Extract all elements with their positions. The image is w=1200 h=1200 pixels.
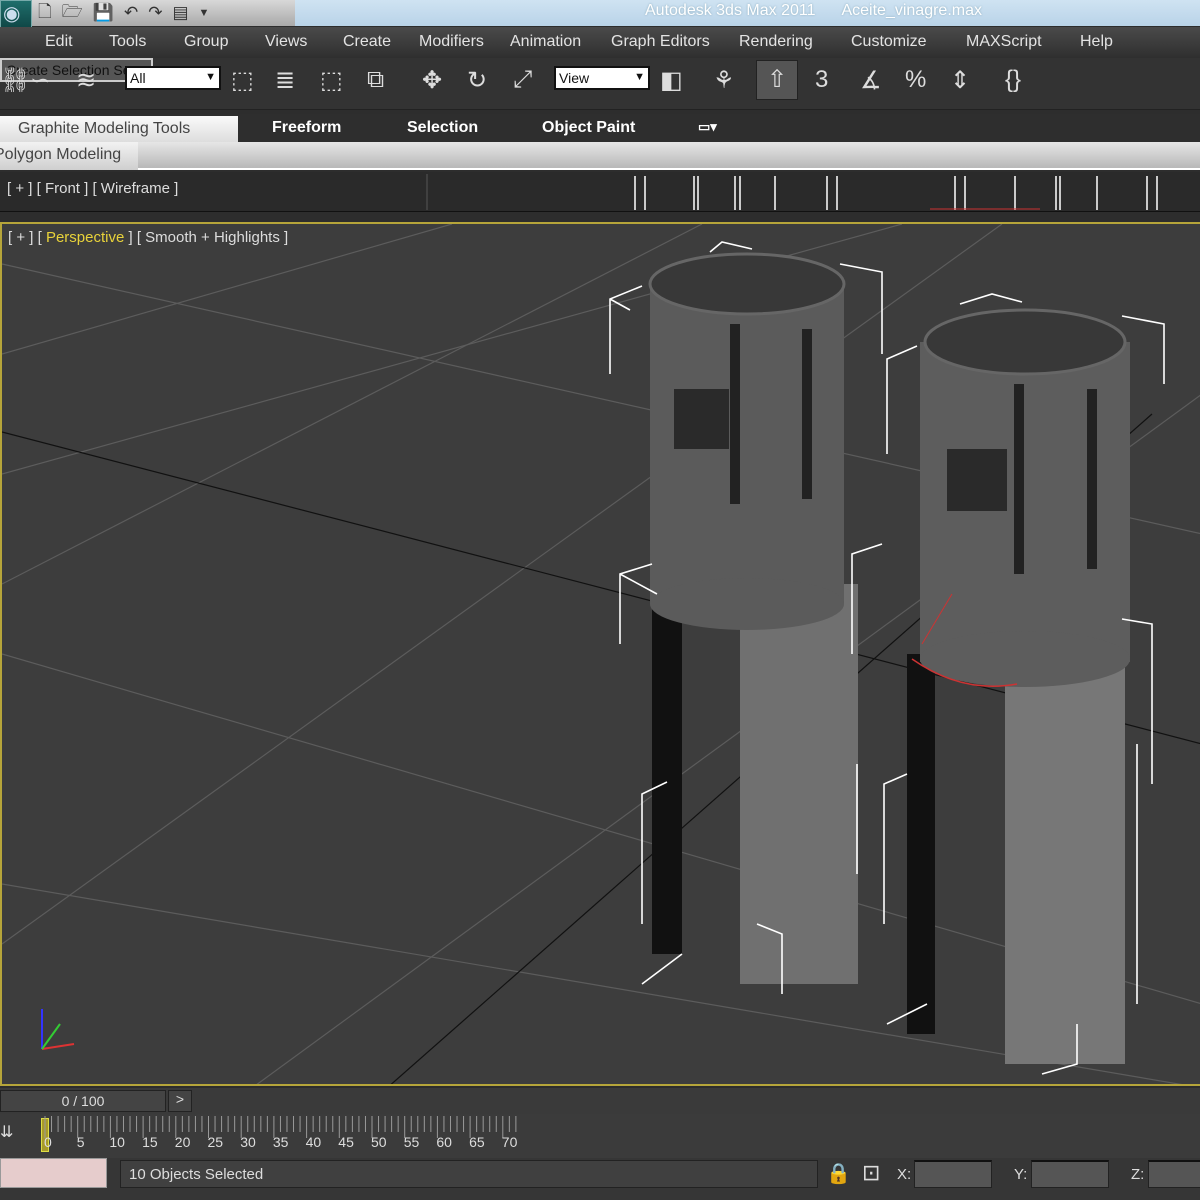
frame-tick-label: 15 <box>142 1134 158 1150</box>
lock-selection-icon[interactable]: 🔒 <box>826 1161 851 1186</box>
x-coordinate-input[interactable] <box>914 1160 992 1188</box>
perspective-viewport-label[interactable]: [ + ] [ Perspective ] [ Smooth + Highlig… <box>8 229 288 246</box>
z-coordinate-input[interactable] <box>1148 1160 1200 1188</box>
new-icon[interactable]: 🗋 <box>38 0 52 28</box>
quick-access-toolbar: 🗋 🗁 💾 ↶ ↷ ▤ ▼ <box>0 0 295 26</box>
tab-freeform[interactable]: Freeform <box>272 119 341 137</box>
project-icon[interactable]: ▤ <box>172 3 188 23</box>
ribbon-tabs: Graphite Modeling Tools Freeform Selecti… <box>0 114 1200 142</box>
menu-modifiers[interactable]: Modifiers <box>419 33 484 51</box>
menu-rendering[interactable]: Rendering <box>739 33 813 51</box>
link-icon[interactable]: ⛓ <box>0 66 30 95</box>
frame-tick-label: 35 <box>272 1134 289 1150</box>
undo-icon[interactable]: ↶ <box>124 3 138 23</box>
frame-tick-label: 50 <box>371 1134 387 1150</box>
percent-snap-icon[interactable]: % <box>905 66 926 94</box>
next-frame-button[interactable]: > <box>168 1090 192 1112</box>
save-icon[interactable]: 💾 <box>93 3 114 23</box>
frame-tick-label: 60 <box>436 1134 452 1150</box>
viewport-menu[interactable]: [ + ] <box>8 229 33 246</box>
panel-polygon-modeling[interactable]: Polygon Modeling <box>0 142 138 170</box>
perspective-viewport[interactable]: [ + ] [ Perspective ] [ Smooth + Highlig… <box>0 222 1200 1086</box>
frame-tick-label: 25 <box>207 1134 224 1150</box>
window-title: Autodesk 3ds Max 2011 Aceite_vinagre.max <box>645 2 1008 20</box>
frame-tick-label: 55 <box>403 1134 420 1150</box>
menu-tools[interactable]: Tools <box>109 33 146 51</box>
menu-animation[interactable]: Animation <box>510 33 581 51</box>
tab-object-paint[interactable]: Object Paint <box>542 119 635 137</box>
scale-icon[interactable]: ⤢ <box>513 66 532 94</box>
x-label: X: <box>897 1166 912 1183</box>
menu-graph-editors[interactable]: Graph Editors <box>611 33 710 51</box>
menu-bar: Edit Tools Group Views Create Modifiers … <box>0 27 1200 58</box>
dropdown-icon[interactable]: ▼ <box>199 7 210 19</box>
front-wireframe <box>426 174 1158 210</box>
frame-tick-label: 20 <box>174 1134 191 1150</box>
menu-edit[interactable]: Edit <box>45 33 73 51</box>
tab-selection[interactable]: Selection <box>407 119 478 137</box>
redo-icon[interactable]: ↷ <box>148 3 162 23</box>
frame-tick-label: 0 <box>44 1134 52 1150</box>
open-icon[interactable]: 🗁 <box>62 0 83 28</box>
angle-snap-icon[interactable]: ∡ <box>860 66 882 95</box>
bottle-left[interactable] <box>648 252 858 984</box>
frame-tick-label: 45 <box>338 1134 354 1150</box>
rectangular-selection-icon[interactable]: ⬚ <box>320 66 343 95</box>
ribbon-options-icon[interactable]: ▭▾ <box>698 119 717 135</box>
perspective-scene <box>2 224 1200 1084</box>
snaps-toggle-icon[interactable]: 3 <box>815 66 828 94</box>
keyboard-shortcut-override-icon[interactable]: ⇧ <box>756 60 798 100</box>
pivot-center-icon[interactable]: ◧ <box>660 66 683 95</box>
manipulate-icon[interactable]: ⚘ <box>713 66 735 95</box>
menu-create[interactable]: Create <box>343 33 391 51</box>
rotate-icon[interactable]: ↻ <box>467 66 487 95</box>
bind-space-warp-icon[interactable]: ≋ <box>76 66 96 95</box>
time-slider[interactable]: 0 / 100 <box>0 1090 166 1112</box>
frame-tick-label: 65 <box>469 1134 485 1150</box>
menu-help[interactable]: Help <box>1080 33 1113 51</box>
viewport-name[interactable]: Perspective <box>46 229 124 246</box>
main-toolbar: ⛓ ∽ ≋ All ⬚ ≣ ⬚ ⧉ ✥ ↻ ⤢ View ◧ ⚘ ⇧ 3 ∡ %… <box>0 58 1200 110</box>
y-coordinate-input[interactable] <box>1031 1160 1109 1188</box>
bottle-right[interactable] <box>907 308 1130 1064</box>
z-label: Z: <box>1131 1166 1145 1183</box>
frame-tick-label: 10 <box>109 1134 125 1150</box>
reference-coordinate-dropdown[interactable]: View <box>554 66 650 90</box>
menu-views[interactable]: Views <box>265 33 307 51</box>
frame-tick-label: 30 <box>240 1134 256 1150</box>
frame-tick-label: 40 <box>305 1134 322 1150</box>
selection-status: 10 Objects Selected <box>120 1160 818 1188</box>
tab-graphite-modeling-tools[interactable]: Graphite Modeling Tools <box>0 116 238 142</box>
select-object-icon[interactable]: ⬚ <box>231 66 254 95</box>
ribbon-panel: Polygon Modeling <box>0 142 1200 170</box>
absolute-mode-icon[interactable]: ⊡ <box>862 1160 880 1186</box>
menu-customize[interactable]: Customize <box>851 33 927 51</box>
frame-tick-label: 5 <box>76 1134 85 1150</box>
edit-named-selection-icon[interactable]: {} <box>1005 66 1021 94</box>
menu-group[interactable]: Group <box>184 33 228 51</box>
frame-tick-label: 70 <box>501 1134 518 1150</box>
select-by-name-icon[interactable]: ≣ <box>275 66 295 95</box>
unlink-icon[interactable]: ∽ <box>30 66 50 95</box>
file-name: Aceite_vinagre.max <box>841 2 982 19</box>
app-name: Autodesk 3ds Max 2011 <box>645 2 816 19</box>
maxscript-listener[interactable] <box>0 1158 107 1188</box>
y-label: Y: <box>1014 1166 1028 1183</box>
move-icon[interactable]: ✥ <box>422 66 442 95</box>
viewport-shading[interactable]: [ Smooth + Highlights ] <box>137 229 288 246</box>
front-viewport[interactable]: [ + ] [ Front ] [ Wireframe ] <box>0 172 1200 212</box>
spinner-snap-icon[interactable]: ⇕ <box>950 66 970 95</box>
menu-maxscript[interactable]: MAXScript <box>966 33 1042 51</box>
window-crossing-icon[interactable]: ⧉ <box>367 66 384 94</box>
selection-filter-dropdown[interactable]: All <box>125 66 221 90</box>
axis-tripod-icon <box>41 1009 75 1050</box>
track-bar[interactable]: ⇊ 0 5 10 15 20 25 30 35 40 45 50 55 60 65 70 <box>0 1114 1200 1158</box>
